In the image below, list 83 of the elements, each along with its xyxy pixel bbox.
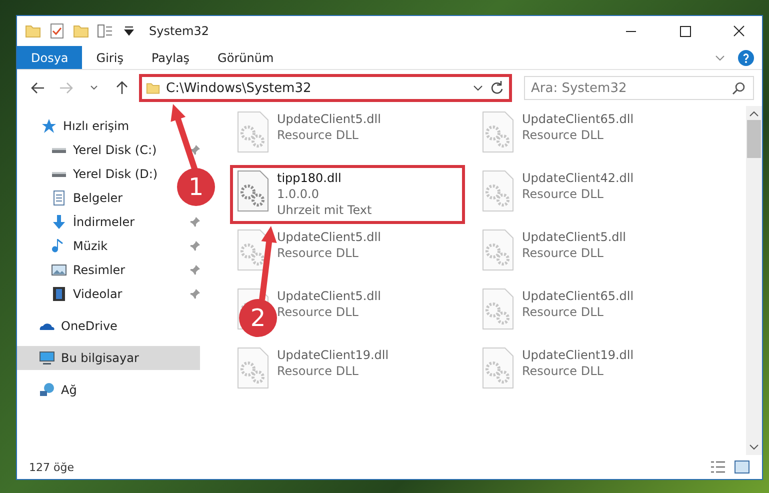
file-detail: Resource DLL [522,186,604,202]
close-icon [733,25,745,37]
nav-item[interactable]: İndirmeler [17,210,143,234]
nav-item[interactable]: Yerel Disk (C:) [17,138,165,162]
picture-icon [51,262,67,278]
search-icon [732,81,746,95]
chevron-down-icon[interactable] [749,443,759,451]
file-name[interactable]: UpdateClient5.dll [522,229,626,245]
refresh-icon[interactable] [489,80,505,96]
up-arrow-icon [116,81,128,95]
callout-badge [239,299,277,337]
callout-number: 2 [250,304,266,332]
maximize-icon [680,26,690,36]
properties-icon[interactable] [97,23,113,39]
nav-item[interactable]: Belgeler [17,186,131,210]
file-detail: Resource DLL [277,127,358,143]
chevron-down-icon [90,85,98,91]
nav-item[interactable]: Resimler [17,258,134,282]
file-detail: Resource DLL [522,304,604,320]
minimize-icon [626,30,636,32]
file-name[interactable]: UpdateClient19.dll [522,347,634,363]
forward-arrow-icon [59,82,73,94]
file-name[interactable]: UpdateClient5.dll [277,229,381,245]
item-count: 127 öğe [29,460,74,474]
large-icons-view-icon[interactable] [734,460,750,474]
file-detail: Uhrzeit mit Text [277,202,372,218]
drive-icon [51,146,67,154]
nav-item[interactable]: Ağ [17,378,85,402]
file-detail: Resource DLL [522,127,604,143]
file-detail: Resource DLL [522,363,604,379]
settings-file-icon [237,347,269,389]
document-icon [51,190,67,206]
network-icon [39,382,55,398]
settings-file-icon [482,288,514,330]
ribbon-tab[interactable]: Giriş [82,46,138,69]
download-arrow-icon [51,214,67,230]
ribbon-tab[interactable]: Paylaş [137,46,204,69]
monitor-icon [39,350,55,366]
file-detail: Resource DLL [277,304,358,320]
film-icon [51,286,67,302]
drive-icon [51,170,67,178]
scrollbar-thumb[interactable] [747,120,761,158]
file-name[interactable]: UpdateClient5.dll [277,111,381,127]
address-bar[interactable]: C:\Windows\System32 [139,74,512,102]
nav-item[interactable]: OneDrive [17,314,126,338]
settings-file-icon [482,347,514,389]
details-view-icon[interactable] [710,460,726,474]
file-name[interactable]: UpdateClient42.dll [522,170,634,186]
nav-item[interactable]: Hızlı erişim [17,114,138,138]
file-detail: Resource DLL [522,245,604,261]
file-name[interactable]: tipp180.dll [277,170,342,186]
scrollbar[interactable] [746,106,762,455]
file-name[interactable]: UpdateClient19.dll [277,347,389,363]
nav-item[interactable]: Yerel Disk (D:) [17,162,166,186]
checklist-icon[interactable] [49,23,65,39]
nav-item[interactable]: Müzik [17,234,116,258]
nav-item[interactable]: Bu bilgisayar [17,346,200,370]
settings-file-icon [237,111,269,153]
settings-file-icon [237,170,269,212]
annotation-arrow [170,104,198,171]
file-detail: Resource DLL [277,363,358,379]
chevron-down-icon[interactable] [473,85,483,91]
file-name[interactable]: UpdateClient65.dll [522,288,634,304]
settings-file-icon [482,229,514,271]
star-icon [41,118,57,134]
file-name[interactable]: UpdateClient65.dll [522,111,634,127]
ribbon-tab[interactable]: Dosya [17,46,82,69]
settings-file-icon [482,170,514,212]
search-field[interactable]: Ara: System32 [524,76,754,100]
window-title: System32 [149,24,210,38]
file-detail: Resource DLL [277,245,358,261]
file-detail: 1.0.0.0 [277,186,319,202]
back-arrow-icon [31,82,45,94]
ribbon-tab[interactable]: Görünüm [204,46,288,69]
settings-file-icon [482,111,514,153]
folder-icon [25,23,41,39]
chevron-up-icon[interactable] [749,110,759,118]
callout-badge [177,168,215,206]
folder-icon [146,81,160,95]
callout-number: 1 [188,173,204,201]
file-name[interactable]: UpdateClient5.dll [277,288,381,304]
nav-item[interactable]: Videolar [17,282,130,306]
help-icon[interactable] [738,50,754,66]
